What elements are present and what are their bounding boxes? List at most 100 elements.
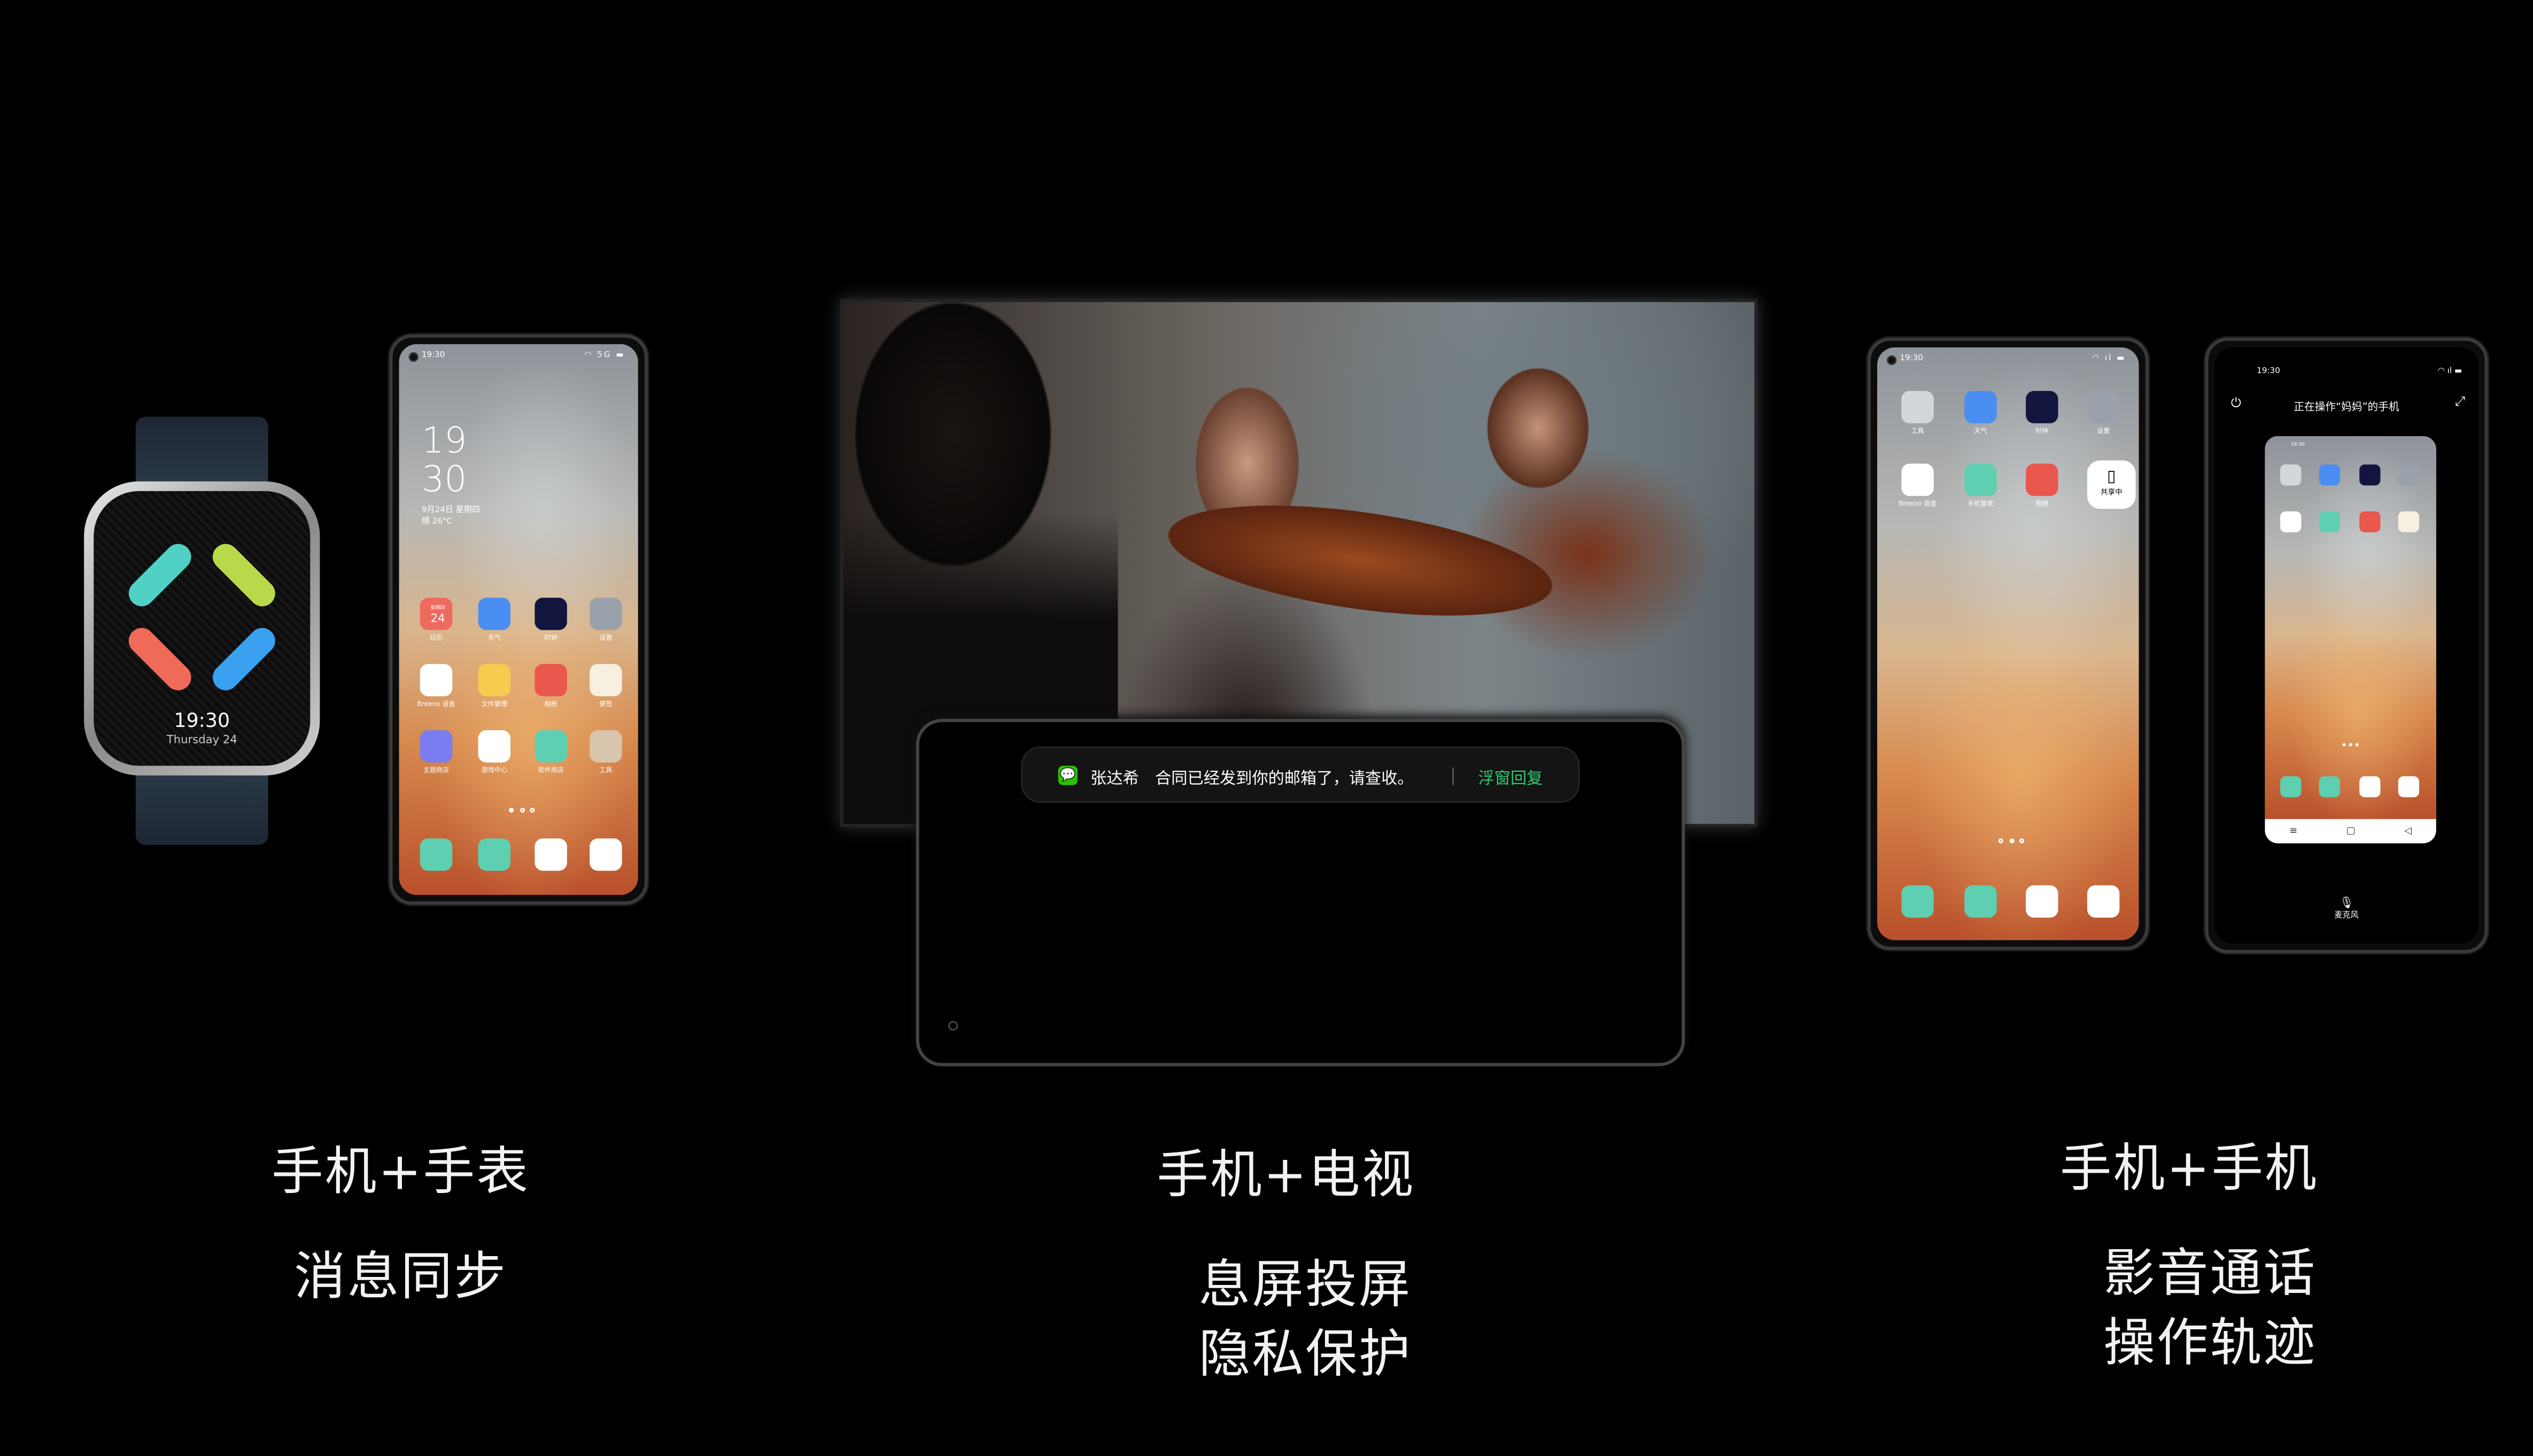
page-indicator-dot[interactable] — [2019, 838, 2025, 843]
gallery-icon[interactable] — [535, 664, 567, 696]
notes-icon[interactable] — [2398, 511, 2420, 532]
breeno-icon[interactable] — [2280, 511, 2302, 532]
watch-case: 19:30 Thursday 24 — [84, 481, 320, 776]
app-label: 时钟 — [2035, 426, 2049, 435]
home-screen: 19:30 ◠ 5G ▬ 19 30 9月24日 星期四 晴 26°C 星期四 2… — [399, 344, 638, 895]
gallery-icon[interactable] — [2359, 511, 2381, 532]
stage: 19:30 Thursday 24 19:30 ◠ 5G ▬ 19 30 9月2… — [0, 0, 2533, 1456]
page-indicator-dot[interactable] — [2342, 743, 2345, 747]
app-label: 相册 — [2035, 499, 2049, 508]
fullscreen-icon[interactable]: ⤢ — [2455, 394, 2465, 410]
app-label: 天气 — [1974, 426, 1987, 435]
watch-time: 19:30 — [174, 709, 230, 732]
theme-store-icon[interactable] — [420, 730, 453, 763]
home-screen: 19:30 ◠ ıl ▬ ▯ 共享中 工具 天气 时钟 设置 Breeno 语音 手机管家… — [1877, 347, 2139, 941]
menu-icon[interactable]: ≡ — [2289, 825, 2297, 837]
browser-icon[interactable] — [2359, 776, 2381, 797]
camera-icon[interactable] — [2087, 885, 2120, 918]
app-label: 主题商店 — [423, 765, 450, 774]
page-indicator-dot[interactable] — [530, 808, 535, 813]
back-icon[interactable]: ◁ — [2404, 825, 2412, 837]
breeno-icon[interactable] — [1901, 463, 1934, 496]
float-reply-button[interactable]: 浮窗回复 — [1478, 764, 1543, 788]
status-bar: 19:30 ◠ ıl ▬ — [1877, 354, 2139, 367]
settings-icon[interactable] — [590, 598, 622, 630]
app-label: 软件商店 — [538, 765, 564, 774]
weather-icon[interactable] — [1964, 391, 1997, 423]
breeno-icon[interactable] — [420, 664, 453, 696]
caption-tv-feature-1: 息屏投屏 — [1198, 1253, 1412, 1315]
camera-icon[interactable] — [2398, 776, 2420, 797]
app-label: 文件管理 — [481, 699, 508, 708]
tools-folder-icon[interactable] — [1901, 391, 1934, 423]
mirrored-home-screen[interactable]: 19:30 — [2265, 436, 2436, 819]
microphone-button[interactable]: 🎙 麦克风 — [2215, 896, 2478, 920]
messages-icon[interactable] — [478, 838, 511, 871]
watch-face: 19:30 Thursday 24 — [94, 491, 311, 766]
tools-folder-icon[interactable] — [590, 730, 622, 763]
page-indicator-dot[interactable] — [519, 808, 524, 813]
game-center-icon[interactable] — [478, 730, 511, 763]
messages-icon[interactable] — [1964, 885, 1997, 918]
browser-icon[interactable] — [2026, 885, 2058, 918]
weather-icon[interactable] — [2319, 464, 2340, 486]
wechat-icon: 💬 — [1058, 765, 1078, 785]
app-label: Breeno 语音 — [1899, 499, 1937, 508]
caption-watch-title: 手机+手表 — [272, 1140, 530, 1202]
app-store-icon[interactable] — [535, 730, 567, 763]
phone-home-screen: 19:30 ◠ 5G ▬ 19 30 9月24日 星期四 晴 26°C 星期四 2… — [389, 334, 648, 905]
app-label: 设置 — [2097, 426, 2110, 435]
mirrored-screen[interactable]: 19:30 ≡ ▢ ◁ — [2265, 436, 2436, 843]
calendar-date-overlay: 星期四 24 — [422, 602, 454, 625]
app-label: 日历 — [429, 633, 443, 641]
watch-x-bar — [123, 622, 197, 696]
clock-hour: 19 — [421, 421, 467, 462]
microphone-label: 麦克风 — [2334, 911, 2359, 921]
tools-folder-icon[interactable] — [2280, 464, 2302, 486]
status-bar: 19:30 ◠ 5G ▬ — [399, 351, 638, 363]
page-indicator-dot[interactable] — [2349, 743, 2352, 747]
phone-icon[interactable] — [2280, 776, 2302, 797]
sharing-badge[interactable]: ▯ 共享中 — [2087, 460, 2136, 509]
browser-icon[interactable] — [535, 838, 567, 871]
page-indicator-dot[interactable] — [2356, 743, 2359, 747]
app-label: 手机管家 — [1967, 499, 1994, 508]
gallery-icon[interactable] — [2026, 463, 2058, 496]
clock-icon[interactable] — [2359, 464, 2381, 486]
folder-icon[interactable] — [478, 664, 511, 696]
phone-remote-control: 19:30 ◠ ıl ▬ ⏻ 正在操作“妈妈”的手机 ⤢ 19:30 ≡ ▢ ◁ 🎙… — [2205, 337, 2488, 954]
clock-icon[interactable] — [2026, 391, 2058, 423]
date-text: 9月24日 星期四 — [421, 506, 481, 516]
screen-share-icon: ▯ — [2106, 468, 2116, 486]
camera-icon[interactable] — [590, 838, 622, 871]
app-label: Breeno 语音 — [417, 699, 455, 708]
weather-text: 晴 26°C — [421, 517, 453, 527]
messages-icon[interactable] — [2319, 776, 2340, 797]
caption-phone-feature-1: 影音通话 — [2103, 1242, 2317, 1304]
phone-icon[interactable] — [420, 838, 453, 871]
front-camera — [408, 352, 419, 362]
app-label: 游戏中心 — [481, 765, 508, 774]
page-indicator-dot[interactable] — [2009, 838, 2014, 843]
phone-manager-icon[interactable] — [2319, 511, 2340, 532]
clock-minute: 30 — [421, 460, 467, 501]
front-camera — [948, 1021, 958, 1031]
notification-sender: 张达希 — [1090, 770, 1139, 788]
phone-manager-icon[interactable] — [1964, 463, 1997, 496]
page-indicator-dot[interactable] — [508, 808, 514, 813]
app-label: 设置 — [599, 633, 613, 641]
notes-icon[interactable] — [590, 664, 622, 696]
notification-message: 合同已经发到你的邮箱了，请查收。 — [1155, 770, 1414, 788]
settings-icon[interactable] — [2087, 391, 2120, 423]
page-indicator-dot[interactable] — [1998, 838, 2003, 843]
clock-icon[interactable] — [535, 598, 567, 630]
settings-icon[interactable] — [2398, 464, 2420, 486]
message-notification[interactable]: 💬 张达希 合同已经发到你的邮箱了，请查收。 浮窗回复 — [1021, 746, 1580, 803]
violinist-right — [1392, 302, 1716, 723]
home-icon[interactable]: ▢ — [2346, 825, 2356, 837]
app-label: 工具 — [1911, 426, 1924, 435]
app-label: 便签 — [599, 699, 613, 708]
front-camera — [1887, 355, 1897, 366]
weather-icon[interactable] — [478, 598, 511, 630]
phone-icon[interactable] — [1901, 885, 1934, 918]
